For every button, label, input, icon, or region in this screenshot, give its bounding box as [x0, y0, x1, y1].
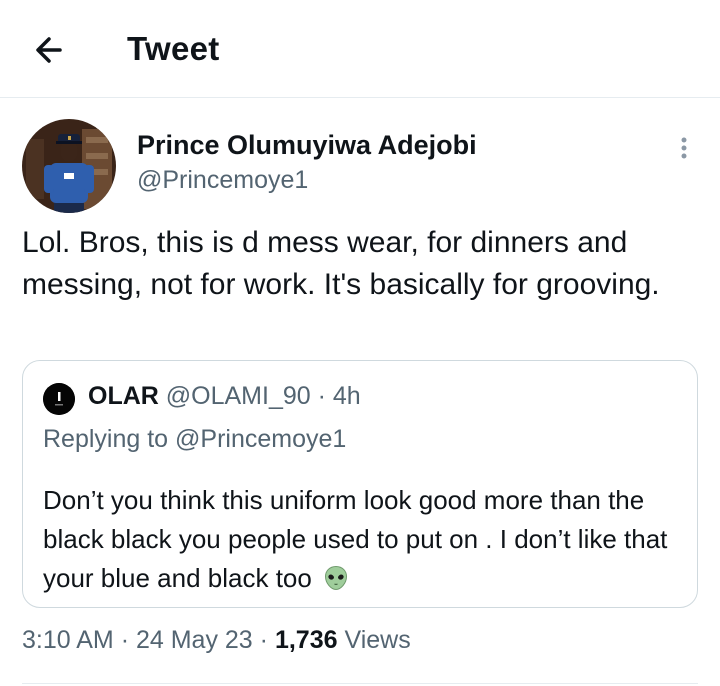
views-count: 1,736 — [274, 626, 338, 654]
quote-header: OLAR @OLAMI_90 · 4h — [88, 382, 361, 411]
quote-age: 4h — [332, 382, 361, 410]
quoted-tweet-card[interactable]: OLAR @OLAMI_90 · 4h Replying to @Princem… — [22, 360, 698, 608]
tweet-date[interactable]: 24 May 23 — [136, 626, 253, 654]
quote-text: Don’t you think this uniform look good m… — [43, 485, 668, 593]
page-title: Tweet — [127, 30, 220, 67]
back-button[interactable] — [30, 30, 70, 70]
quote-avatar[interactable] — [43, 383, 75, 415]
top-bar: Tweet — [0, 0, 720, 97]
views-label: Views — [344, 626, 411, 654]
author-avatar[interactable] — [22, 119, 116, 213]
dot-separator: · — [317, 382, 333, 410]
meta-divider — [22, 683, 698, 684]
alien-emoji-icon — [325, 565, 348, 591]
dot-separator: · — [120, 626, 136, 654]
quote-avatar-image — [43, 383, 75, 415]
quote-author-name[interactable]: OLAR — [88, 382, 159, 410]
tweet-meta: 3:10 AM · 24 May 23 · 1,736 Views — [22, 626, 411, 655]
more-options-button[interactable] — [672, 134, 696, 166]
tweet-text: Lol. Bros, this is d mess wear, for dinn… — [22, 226, 660, 301]
author-name[interactable]: Prince Olumuyiwa Adejobi — [137, 130, 477, 161]
avatar-photo — [22, 119, 116, 213]
quote-text-block: Don’t you think this uniform look good m… — [43, 481, 683, 598]
author-handle[interactable]: @Princemoye1 — [137, 166, 308, 195]
tweet-time[interactable]: 3:10 AM — [22, 626, 114, 654]
arrow-left-icon — [36, 37, 62, 63]
replying-to-label[interactable]: Replying to @Princemoye1 — [43, 425, 346, 454]
more-vertical-icon — [681, 137, 687, 159]
dot-separator: · — [259, 626, 275, 654]
quote-author-handle[interactable]: @OLAMI_90 — [166, 382, 311, 410]
header-divider — [0, 97, 720, 98]
